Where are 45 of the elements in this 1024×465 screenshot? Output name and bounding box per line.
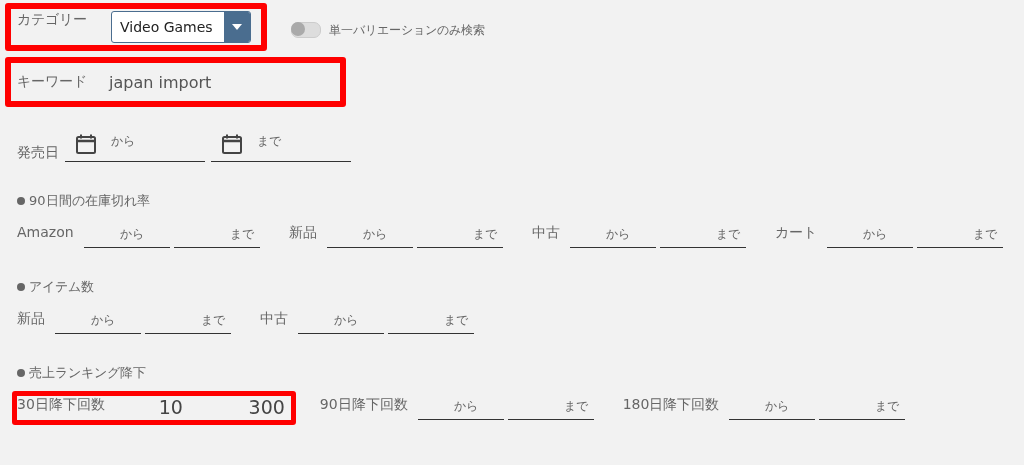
calendar-icon bbox=[221, 133, 243, 155]
bullet-icon bbox=[17, 283, 25, 291]
range-field[interactable]: から bbox=[417, 396, 504, 420]
range-field[interactable]: まで bbox=[145, 310, 231, 334]
range-label: カート bbox=[774, 224, 817, 242]
keyword-label: キーワード bbox=[17, 73, 87, 91]
range-label: Amazon bbox=[17, 224, 74, 240]
caret-icon bbox=[232, 24, 242, 30]
range-field[interactable]: から bbox=[298, 310, 384, 334]
toggle-switch[interactable] bbox=[291, 22, 321, 38]
date-field[interactable]: まで bbox=[257, 133, 281, 150]
calendar-icon bbox=[75, 133, 97, 155]
range-label: 180日降下回数 bbox=[622, 396, 720, 414]
bullet-icon bbox=[17, 369, 25, 377]
range-field[interactable]: まで bbox=[819, 396, 906, 420]
range-field[interactable]: まで bbox=[507, 396, 594, 420]
range-field[interactable]: まで bbox=[173, 224, 260, 248]
range-field[interactable]: から bbox=[83, 224, 170, 248]
section-title: 90日間の在庫切れ率 bbox=[29, 192, 150, 210]
range-label: 中古 bbox=[531, 224, 560, 242]
range-field[interactable]: まで bbox=[388, 310, 474, 334]
range-field[interactable]: から bbox=[729, 396, 816, 420]
range-label: 新品 bbox=[17, 310, 45, 328]
range-field[interactable]: まで bbox=[659, 224, 746, 248]
keyword-field[interactable]: japan import bbox=[109, 72, 212, 92]
range-field[interactable]: から bbox=[326, 224, 413, 248]
range-label: 中古 bbox=[260, 310, 288, 328]
section-title: アイテム数 bbox=[29, 278, 94, 296]
range-label: 90日降下回数 bbox=[319, 396, 408, 414]
bullet-icon bbox=[17, 197, 25, 205]
range-label: 新品 bbox=[288, 224, 317, 242]
category-select[interactable]: Video Games bbox=[111, 11, 251, 43]
range-label: 30日降下回数 bbox=[17, 396, 105, 414]
range-field[interactable]: から bbox=[826, 224, 913, 248]
range-field[interactable]: まで bbox=[916, 224, 1003, 248]
toggle-label: 単一バリエーションのみ検索 bbox=[329, 21, 485, 39]
range-field[interactable]: から bbox=[55, 310, 141, 334]
section-title: 売上ランキング降下 bbox=[29, 364, 146, 382]
range-field[interactable]: 10 bbox=[114, 396, 201, 420]
range-field[interactable]: まで bbox=[416, 224, 503, 248]
release-date-label: 発売日 bbox=[17, 144, 59, 162]
date-field[interactable]: から bbox=[111, 133, 135, 150]
range-field[interactable]: 300 bbox=[204, 396, 291, 420]
category-label: カテゴリー bbox=[17, 11, 87, 29]
range-field[interactable]: から bbox=[569, 224, 656, 248]
